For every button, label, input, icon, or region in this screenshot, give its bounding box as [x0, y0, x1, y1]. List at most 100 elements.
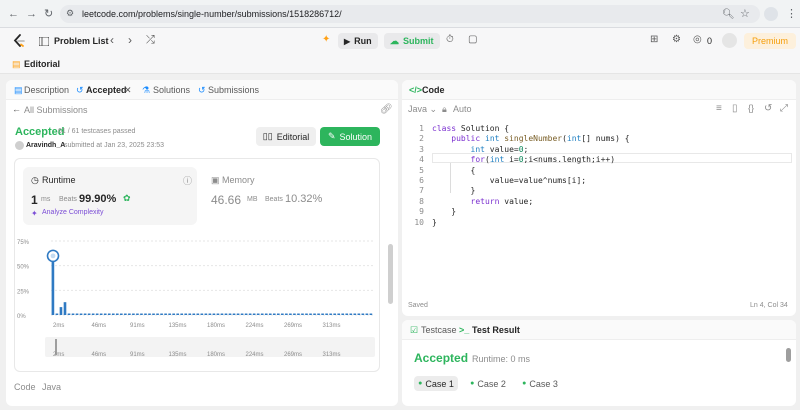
solution-button[interactable]: ✎ Solution — [320, 127, 380, 146]
layout-grid-icon[interactable]: ⊞ — [650, 34, 658, 45]
chart-bar — [277, 313, 280, 315]
line-code: { — [432, 165, 476, 175]
bookmark-icon[interactable]: ▯ — [732, 103, 738, 114]
upload-cloud-icon: ☁ — [390, 35, 399, 46]
result-panel: ☑ Testcase >_ Test Result Accepted Runti… — [402, 320, 796, 406]
settings-gear-icon[interactable]: ⚙ — [672, 34, 681, 45]
auto-mode-label[interactable]: Auto — [453, 104, 472, 114]
tab-solutions[interactable]: Solutions — [153, 85, 190, 95]
tab-code[interactable]: Code — [422, 85, 445, 95]
language-select[interactable]: Java ⌄ — [408, 104, 437, 115]
problem-list-icon[interactable] — [39, 37, 49, 46]
format-icon[interactable]: ≡ — [716, 103, 722, 114]
chart-bar — [281, 313, 284, 315]
tab-submissions[interactable]: Submissions — [208, 85, 259, 95]
chart-bar — [132, 313, 135, 315]
editorial-button[interactable]: ▯▯ Editorial — [256, 127, 316, 146]
all-submissions-link[interactable]: All Submissions — [24, 105, 88, 115]
user-avatar[interactable] — [722, 33, 737, 48]
tab-description[interactable]: Description — [24, 85, 69, 95]
zoom-icon[interactable]: 🔍︎ — [722, 8, 735, 22]
chart-bar — [216, 313, 220, 315]
info-icon[interactable]: ⓘ — [183, 174, 192, 187]
chart-bar — [333, 313, 336, 315]
reset-icon[interactable]: ↺ — [764, 103, 772, 114]
chart-bar — [248, 313, 252, 315]
tab-testcase[interactable]: Testcase — [421, 325, 457, 335]
checkbox-icon: ☑ — [410, 325, 419, 335]
coin-icon[interactable]: ◎ — [693, 34, 702, 45]
code-editor[interactable]: 1 class Solution {2 public int singleNumb… — [402, 122, 796, 272]
case-2-button[interactable]: ● Case 2 — [466, 376, 510, 391]
chart-bar — [140, 313, 143, 315]
run-button[interactable]: ▶ Run — [338, 33, 378, 49]
bookmark-star-icon[interactable]: ☆ — [740, 7, 750, 21]
submit-button[interactable]: ☁ Submit — [384, 33, 440, 49]
chart-bar — [111, 313, 115, 315]
x-tick-label: 135ms — [169, 323, 187, 329]
chart-bar — [196, 313, 200, 315]
author-name[interactable]: Aravindh_A — [26, 142, 65, 149]
case-1-button[interactable]: ● Case 1 — [414, 376, 458, 391]
line-number: 7 — [419, 186, 424, 196]
editorial-link[interactable]: Editorial — [24, 59, 60, 69]
tab-accepted[interactable]: Accepted — [86, 85, 127, 95]
tab-test-result[interactable]: Test Result — [472, 325, 520, 335]
browser-menu-icon[interactable]: ⋮ — [786, 7, 797, 21]
analyze-complexity-link[interactable]: Analyze Complexity — [42, 209, 103, 216]
chart-bar — [124, 313, 127, 315]
chart-bar — [317, 313, 320, 315]
share-link-icon[interactable]: 🔗︎ — [380, 104, 393, 115]
play-icon: ▶ — [344, 36, 351, 46]
address-bar[interactable]: ⚙ leetcode.com/problems/single-number/su… — [60, 5, 760, 23]
chart-bar — [200, 313, 204, 315]
range-tick-label: 180ms — [207, 352, 225, 358]
braces-icon[interactable]: {} — [748, 103, 754, 113]
range-tick-label: 2ms — [53, 352, 64, 358]
chart-bar — [136, 313, 139, 315]
back-arrow-icon[interactable]: ← — [12, 104, 21, 114]
runtime-distribution-chart[interactable]: 75% 50% 25% 0% 2ms 46ms 91ms 135ms 180ms 224ms 269… — [15, 231, 379, 371]
prev-problem-icon[interactable]: ‹ — [110, 33, 114, 47]
debug-icon[interactable]: ✦ — [322, 34, 330, 45]
chart-bar — [353, 313, 357, 315]
range-tick-label: 135ms — [169, 352, 187, 358]
chart-bar — [59, 307, 63, 315]
site-info-icon[interactable]: ⚙ — [66, 8, 74, 19]
line-number: 2 — [419, 134, 424, 144]
notes-icon[interactable]: ▢ — [468, 34, 477, 45]
case-2-dot-icon: ● — [470, 380, 475, 387]
chart-bar — [168, 313, 171, 315]
shuffle-icon[interactable]: ⤮ — [146, 34, 155, 47]
book-icon: ▯▯ — [262, 131, 273, 141]
chart-bar — [107, 313, 111, 315]
analyze-sparkle-icon: ✦ — [31, 209, 38, 218]
leetcode-logo-icon[interactable] — [12, 34, 26, 48]
close-tab-icon[interactable]: ✕ — [124, 85, 132, 96]
reload-icon[interactable]: ↻ — [44, 7, 53, 21]
left-scrollbar[interactable] — [388, 244, 393, 304]
x-tick-label: 313ms — [323, 323, 341, 329]
timer-icon[interactable]: ⏱ — [446, 34, 454, 45]
range-tick-label: 91ms — [130, 352, 145, 358]
result-scrollbar[interactable] — [786, 348, 791, 362]
line-number: 8 — [419, 196, 424, 206]
premium-button[interactable]: Premium — [744, 33, 796, 49]
chart-bar — [144, 313, 147, 315]
problem-list-link[interactable]: Problem List — [54, 36, 109, 46]
next-problem-icon[interactable]: › — [128, 33, 132, 47]
fullscreen-icon[interactable]: ⤢ — [780, 103, 788, 114]
range-tick-label: 313ms — [323, 352, 341, 358]
back-arrow-icon[interactable]: ← — [8, 7, 19, 21]
saved-status: Saved — [408, 302, 428, 309]
chart-bar — [120, 313, 123, 315]
forward-arrow-icon[interactable]: → — [26, 7, 37, 21]
memory-card[interactable]: ▣ Memory 46.66 MB Beats 10.32% — [207, 167, 367, 225]
editorial-bar: ▤ Editorial — [0, 54, 800, 74]
language-value: Java — [408, 104, 428, 114]
runtime-card[interactable]: ◷ Runtime ⓘ 1 ms Beats 99.90% ✿ ✦ Analyz… — [23, 167, 197, 225]
case-3-button[interactable]: ● Case 3 — [518, 376, 562, 391]
chart-bar — [325, 313, 328, 315]
chart-bar — [208, 313, 212, 315]
profile-avatar-icon[interactable] — [764, 7, 778, 21]
